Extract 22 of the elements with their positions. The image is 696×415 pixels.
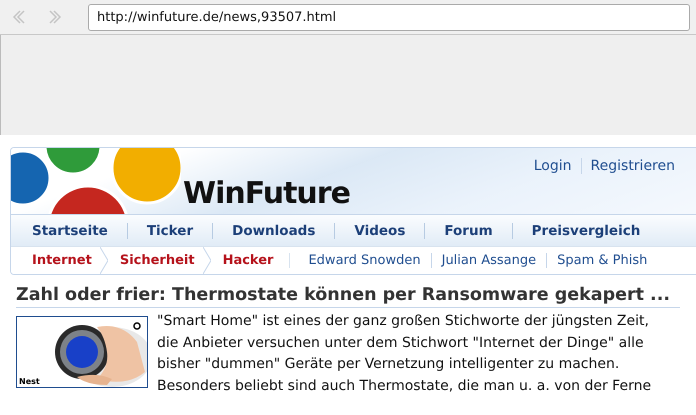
article-text: die Anbieter versuchen unter dem Stichwort "Internet der Dinge" alle — [157, 334, 645, 352]
url-field[interactable]: http://winfuture.de/news,93507.html — [88, 4, 690, 30]
tag-link[interactable]: Edward Snowden — [290, 253, 431, 268]
breadcrumb-link[interactable]: Sicherheit — [108, 253, 203, 268]
article-text: bisher "dummen" Geräte per Vernetzung intelligenter zu machen. — [157, 355, 620, 374]
article-title[interactable]: Zahl oder frier: Thermostate können per Ransomware gekapert ... — [16, 285, 680, 308]
nav-tab[interactable]: Downloads — [212, 222, 334, 238]
article-text: Besonders beliebt sind auch Thermostate, die man u. a. von der Ferne — [157, 376, 652, 396]
account-link[interactable]: Registrieren — [580, 158, 684, 174]
nav-tab[interactable]: Ticker — [126, 222, 212, 238]
image-credit: Nest — [19, 377, 40, 386]
nav-tab[interactable]: Videos — [334, 222, 424, 238]
tag-link[interactable]: Spam & Phish — [546, 253, 658, 268]
account-link[interactable]: Login — [524, 158, 581, 174]
nav-tab[interactable]: Preisvergleich — [512, 222, 660, 238]
tag-link[interactable]: Julian Assange — [430, 253, 546, 268]
breadcrumb-link[interactable]: Hacker — [210, 253, 282, 268]
breadcrumb-link[interactable]: Internet — [11, 253, 100, 268]
nav-tab[interactable]: Startseite — [11, 222, 127, 238]
site-logo[interactable]: WinFuture — [183, 176, 350, 211]
article-text: "Smart Home" ist eines der ganz großen Stichworte der jüngsten Zeit, — [157, 312, 650, 331]
nav-tab[interactable]: Forum — [424, 222, 512, 238]
